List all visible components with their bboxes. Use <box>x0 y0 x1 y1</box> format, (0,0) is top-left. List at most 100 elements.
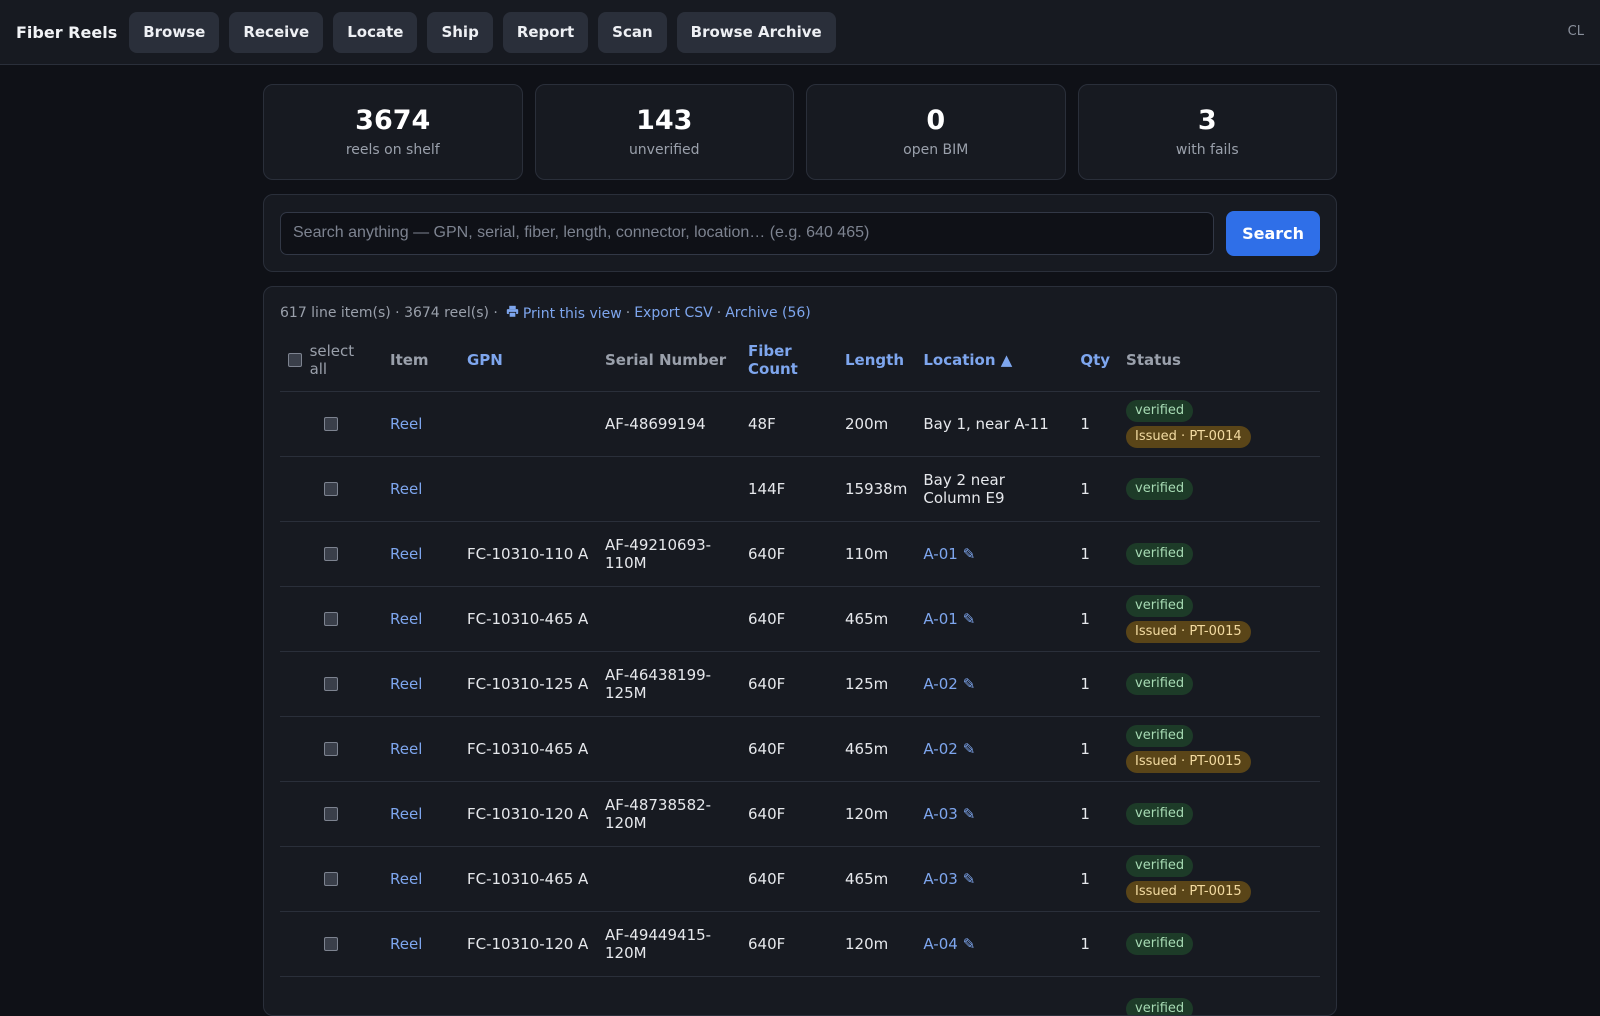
row-checkbox[interactable] <box>324 742 338 756</box>
item-link[interactable]: Reel <box>382 716 459 781</box>
serial-cell <box>597 846 740 911</box>
item-link[interactable]: Reel <box>382 846 459 911</box>
nav-browse-button[interactable]: Browse <box>129 12 219 53</box>
length-cell: 465m <box>837 586 915 651</box>
column-length[interactable]: Length <box>837 329 915 391</box>
row-checkbox[interactable] <box>324 937 338 951</box>
length-cell: 120m <box>837 911 915 976</box>
item-link[interactable]: Reel <box>382 781 459 846</box>
item-link[interactable]: Reel <box>382 911 459 976</box>
stat-card-open-bim: 0 open BIM <box>806 84 1066 180</box>
export-csv-link[interactable]: Export CSV <box>634 305 713 321</box>
item-link[interactable]: Reel <box>382 651 459 716</box>
column-status: Status <box>1118 329 1320 391</box>
nav-locate-button[interactable]: Locate <box>333 12 417 53</box>
length-cell: 15938m <box>837 456 915 521</box>
row-select-cell <box>280 521 382 586</box>
pencil-icon[interactable]: ✎ <box>963 545 976 563</box>
row-checkbox[interactable] <box>324 417 338 431</box>
column-qty[interactable]: Qty <box>1072 329 1118 391</box>
column-fiber-count[interactable]: Fiber Count <box>740 329 837 391</box>
issued-badge: Issued · PT-0015 <box>1126 621 1251 643</box>
qty-cell: 1 <box>1072 651 1118 716</box>
search-input[interactable] <box>280 212 1214 255</box>
row-checkbox[interactable] <box>324 612 338 626</box>
serial-cell: AF-48738582-120M <box>597 781 740 846</box>
item-link[interactable]: Reel <box>382 521 459 586</box>
row-checkbox[interactable] <box>324 872 338 886</box>
stat-label: unverified <box>629 142 700 158</box>
nav-report-button[interactable]: Report <box>503 12 588 53</box>
row-select-cell <box>280 781 382 846</box>
qty-cell: 1 <box>1072 586 1118 651</box>
location-link[interactable]: A-02 <box>923 740 957 758</box>
status-cell: verifiedIssued · PT-0014 <box>1118 391 1320 456</box>
user-initials[interactable]: CL <box>1568 24 1584 39</box>
verified-badge: verified <box>1126 543 1193 565</box>
column-gpn[interactable]: GPN <box>459 329 597 391</box>
location-link[interactable]: A-03 <box>923 805 957 823</box>
column-item: Item <box>382 329 459 391</box>
print-view-link[interactable]: Print this view <box>506 305 622 322</box>
length-cell: 465m <box>837 716 915 781</box>
row-checkbox[interactable] <box>324 482 338 496</box>
serial-cell <box>597 456 740 521</box>
row-checkbox[interactable] <box>324 547 338 561</box>
verified-badge: verified <box>1126 673 1193 695</box>
row-checkbox[interactable] <box>324 807 338 821</box>
fiber-count-cell: 640F <box>740 716 837 781</box>
nav-ship-button[interactable]: Ship <box>427 12 492 53</box>
qty-cell <box>1072 976 1118 1016</box>
item-link[interactable]: Reel <box>382 586 459 651</box>
stat-label: open BIM <box>903 142 968 158</box>
location-cell: A-04 ✎ <box>915 911 1072 976</box>
results-panel: 617 line item(s) · 3674 reel(s) · Print … <box>263 286 1337 1016</box>
qty-cell: 1 <box>1072 456 1118 521</box>
status-cell: verified <box>1118 911 1320 976</box>
location-cell: Bay 1, near A-11 <box>915 391 1072 456</box>
location-link[interactable]: A-02 <box>923 675 957 693</box>
serial-cell: AF-48699194 <box>597 391 740 456</box>
pencil-icon[interactable]: ✎ <box>963 935 976 953</box>
nav-receive-button[interactable]: Receive <box>229 12 323 53</box>
length-cell <box>837 976 915 1016</box>
nav-browse-archive-button[interactable]: Browse Archive <box>677 12 836 53</box>
verified-badge: verified <box>1126 595 1193 617</box>
location-link[interactable]: A-03 <box>923 870 957 888</box>
issued-badge: Issued · PT-0014 <box>1126 426 1251 448</box>
archive-link[interactable]: Archive (56) <box>725 305 811 321</box>
fiber-count-cell: 144F <box>740 456 837 521</box>
serial-cell <box>597 976 740 1016</box>
nav-scan-button[interactable]: Scan <box>598 12 667 53</box>
status-cell: verified Issued · PT-0015 <box>1118 586 1320 651</box>
item-link[interactable] <box>382 976 459 1016</box>
item-link[interactable]: Reel <box>382 456 459 521</box>
status-cell: verified <box>1118 651 1320 716</box>
select-all-checkbox[interactable] <box>288 353 302 367</box>
column-location[interactable]: Location ▲ <box>915 329 1072 391</box>
location-link[interactable]: A-01 <box>923 545 957 563</box>
row-checkbox[interactable] <box>324 677 338 691</box>
pencil-icon[interactable]: ✎ <box>963 675 976 693</box>
stat-value: 3674 <box>355 106 430 136</box>
location-link[interactable]: A-04 <box>923 935 957 953</box>
pencil-icon[interactable]: ✎ <box>963 610 976 628</box>
pencil-icon[interactable]: ✎ <box>963 805 976 823</box>
search-button[interactable]: Search <box>1226 211 1320 256</box>
verified-badge: verified <box>1126 998 1193 1016</box>
stat-value: 3 <box>1198 106 1217 136</box>
results-summary: 617 line item(s) · 3674 reel(s) · <box>280 305 498 321</box>
select-all-label: select all <box>310 342 374 378</box>
row-select-cell <box>280 911 382 976</box>
table-row: ReelFC-10310-110 AAF-49210693-110M640F11… <box>280 521 1320 586</box>
location-link[interactable]: A-01 <box>923 610 957 628</box>
app-title: Fiber Reels <box>16 23 117 42</box>
serial-cell: AF-49210693-110M <box>597 521 740 586</box>
row-select-cell <box>280 976 382 1016</box>
item-link[interactable]: Reel <box>382 391 459 456</box>
pencil-icon[interactable]: ✎ <box>963 870 976 888</box>
pencil-icon[interactable]: ✎ <box>963 740 976 758</box>
table-row: ReelFC-10310-120 AAF-49449415-120M640F12… <box>280 911 1320 976</box>
stat-label: with fails <box>1176 142 1239 158</box>
location-cell: A-02 ✎ <box>915 651 1072 716</box>
